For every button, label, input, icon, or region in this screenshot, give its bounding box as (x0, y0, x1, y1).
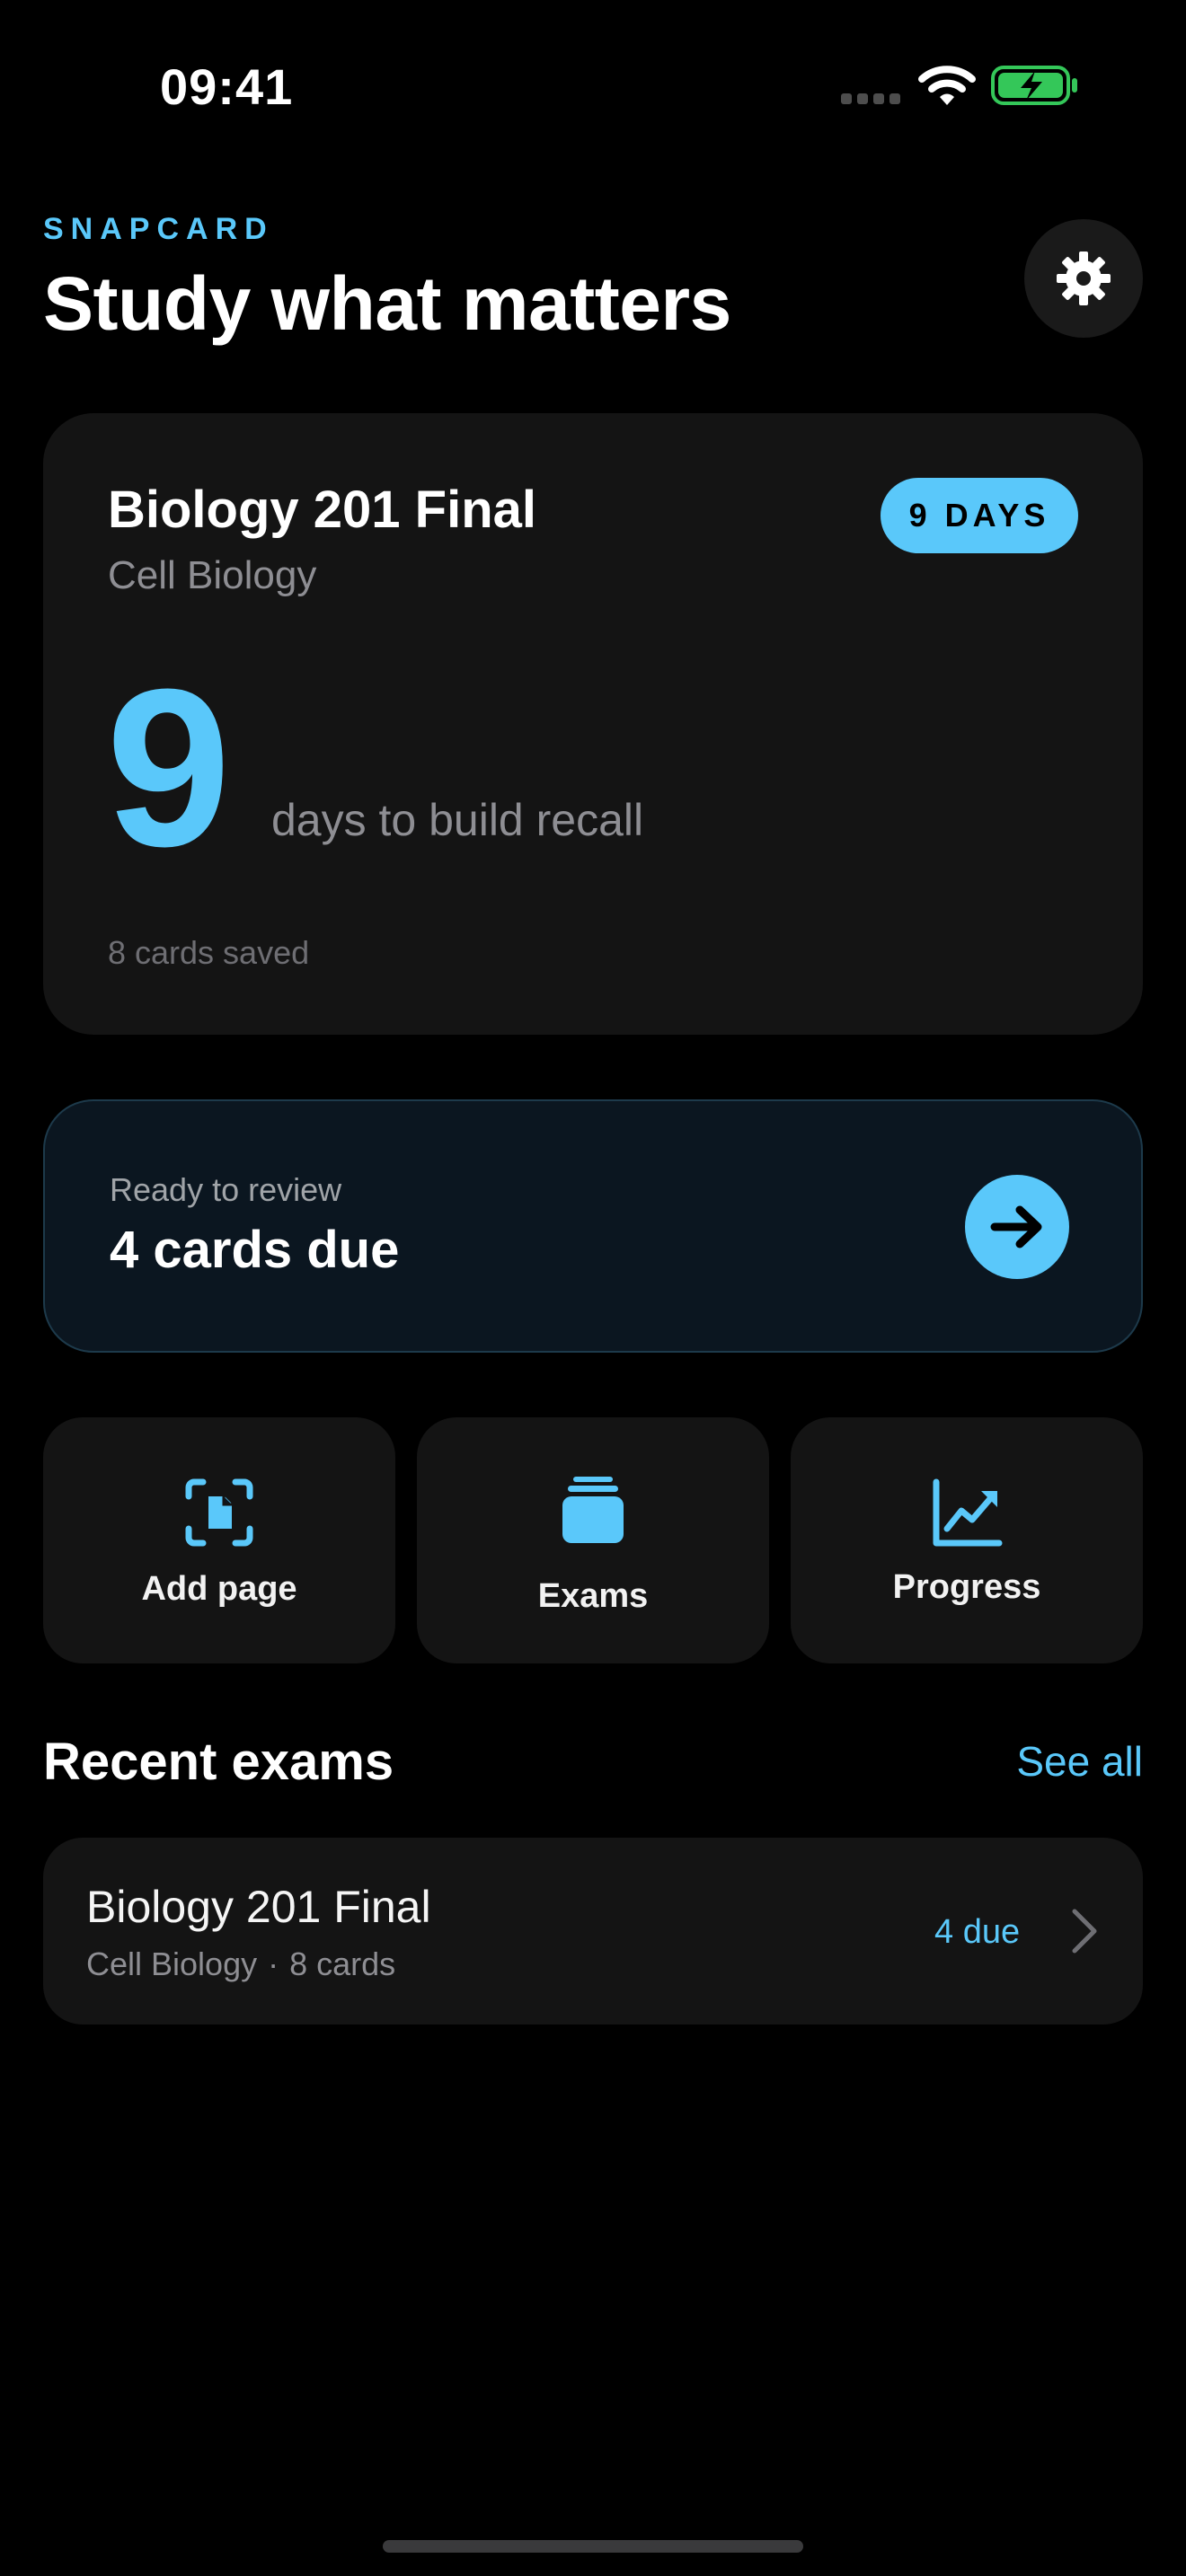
wifi-icon (918, 66, 976, 105)
recent-exams-heading: Recent exams (43, 1733, 394, 1791)
exam-countdown-card[interactable]: Biology 201 Final Cell Biology 9 DAYS 9 … (43, 413, 1143, 1035)
exam-row-card-count: 8 cards (289, 1945, 396, 1982)
exam-title: Biology 201 Final (108, 481, 536, 539)
cards-saved-label: 8 cards saved (108, 934, 310, 971)
status-time: 09:41 (160, 58, 294, 115)
battery-charging-icon (991, 66, 1077, 105)
exam-row-title: Biology 201 Final (86, 1882, 431, 1932)
add-page-label: Add page (141, 1570, 297, 1608)
review-count: 4 cards due (110, 1221, 400, 1279)
chart-trend-icon (933, 1478, 1003, 1547)
cellular-signal-icon (841, 93, 900, 104)
page-title: Study what matters (43, 261, 731, 346)
home-indicator[interactable] (383, 2540, 803, 2553)
days-remaining-badge: 9 DAYS (881, 478, 1078, 553)
progress-button[interactable]: Progress (791, 1417, 1143, 1663)
review-label: Ready to review (110, 1171, 342, 1208)
app-brand: SNAPCARD (43, 212, 274, 246)
exams-button[interactable]: Exams (417, 1417, 769, 1663)
add-page-button[interactable]: Add page (43, 1417, 395, 1663)
progress-label: Progress (892, 1568, 1041, 1606)
see-all-link[interactable]: See all (1016, 1737, 1143, 1786)
gear-icon (1057, 251, 1111, 305)
stack-icon (562, 1477, 624, 1543)
status-bar: 09:41 (0, 0, 1186, 171)
exam-row-meta: Cell Biology · 8 cards (86, 1945, 395, 1983)
list-item[interactable]: Biology 201 Final Cell Biology · 8 cards… (43, 1838, 1143, 2025)
start-review-button[interactable] (965, 1175, 1069, 1279)
review-card[interactable]: Ready to review 4 cards due (43, 1099, 1143, 1353)
exam-row-subject: Cell Biology (86, 1945, 258, 1982)
due-count: 4 due (934, 1913, 1021, 1951)
chevron-right-icon (1072, 1909, 1097, 1954)
days-count: 9 (106, 642, 231, 893)
exams-label: Exams (537, 1577, 649, 1615)
scan-page-icon (185, 1478, 253, 1547)
days-caption: days to build recall (271, 795, 644, 845)
exam-subject: Cell Biology (108, 553, 317, 597)
arrow-right-icon (990, 1205, 1042, 1248)
meta-separator: · (268, 1945, 279, 1982)
settings-button[interactable] (1024, 219, 1143, 338)
